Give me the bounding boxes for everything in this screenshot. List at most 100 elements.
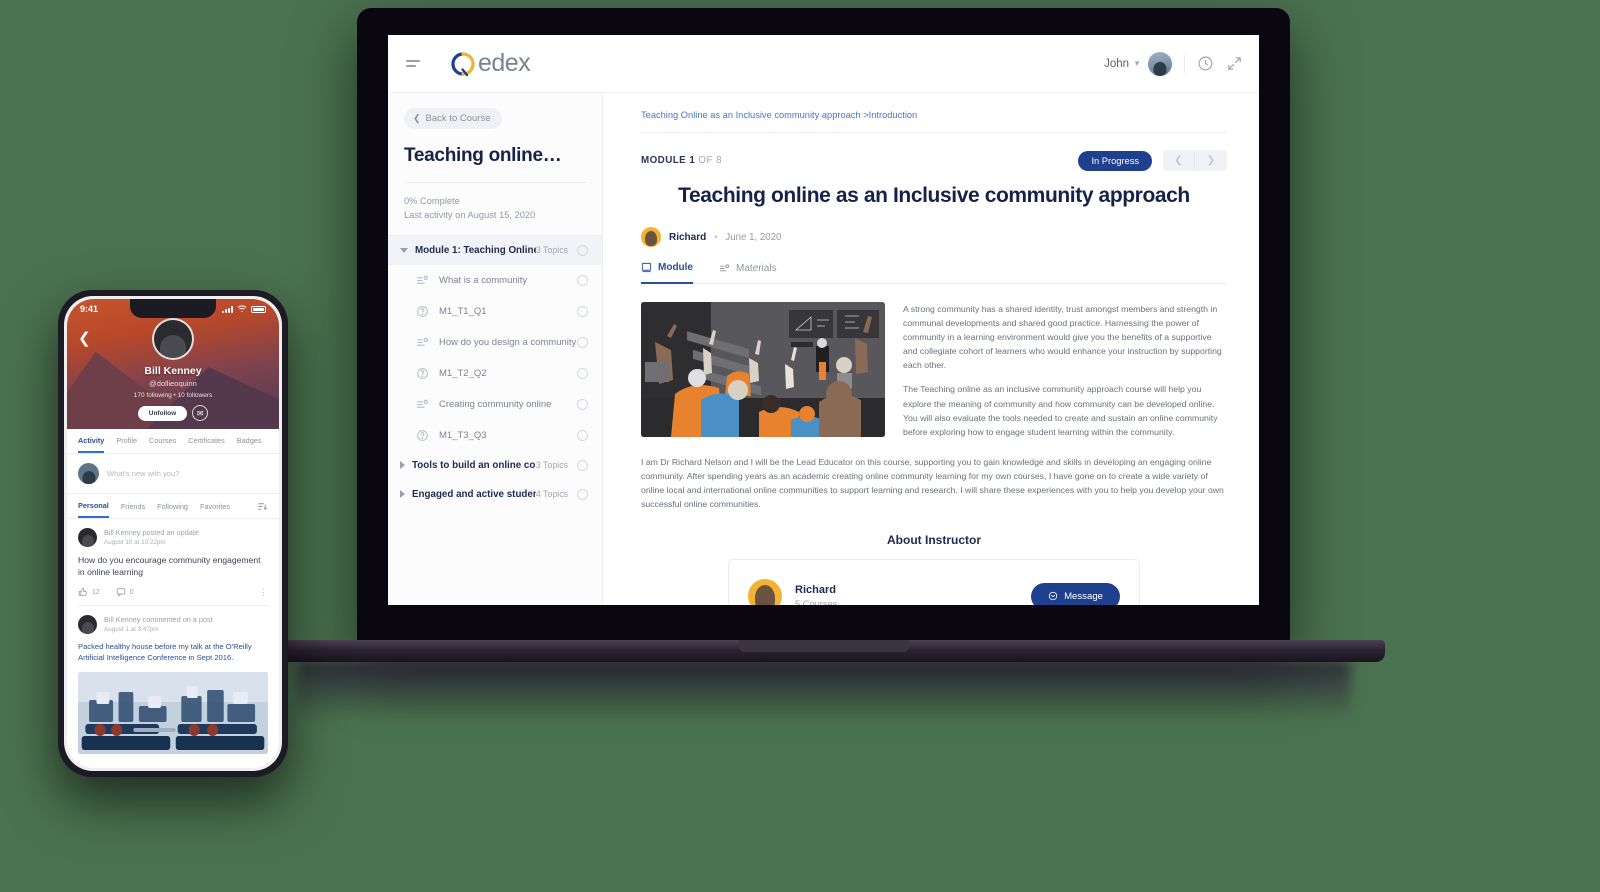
chevron-down-icon[interactable]: ▼	[1133, 59, 1141, 68]
sidebar-progress: 0% Complete Last activity on August 15, …	[404, 194, 586, 223]
header-divider	[1184, 54, 1185, 73]
sidebar-lesson-label: What is a community	[439, 274, 528, 286]
page-title: Teaching online as an Inclusive communit…	[678, 184, 1190, 207]
chevron-down-icon	[400, 247, 408, 253]
clock-icon[interactable]	[1197, 55, 1214, 72]
message-button[interactable]: Message	[1031, 582, 1120, 605]
post-time: August 10 at 10:22pm	[104, 539, 166, 546]
user-avatar[interactable]	[1148, 51, 1172, 76]
phone-tab-courses[interactable]: Courses	[149, 436, 176, 453]
publish-date: June 1, 2020	[725, 231, 782, 243]
sidebar-course-title: Teaching online…	[404, 145, 562, 166]
sidebar-topic-count: 4 Topics	[535, 489, 568, 500]
phone-composer[interactable]: What's new with you?	[67, 454, 279, 494]
completion-ring-icon[interactable]	[577, 305, 588, 317]
completion-ring-icon[interactable]	[577, 429, 588, 441]
completion-ring-icon[interactable]	[577, 398, 588, 410]
sidebar-module-2[interactable]: Tools to build an online com… 3 Topics	[388, 451, 602, 480]
sidebar-item-m1-t2-q2[interactable]: M1_T2_Q2	[388, 358, 602, 389]
prev-module-button[interactable]: ❮	[1163, 150, 1195, 171]
tab-materials[interactable]: Materials	[719, 262, 777, 284]
quiz-icon	[416, 429, 429, 442]
paragraph-2: The Teaching online as an inclusive comm…	[903, 384, 1218, 437]
sidebar-module-3[interactable]: Engaged and active student l… 4 Topics	[388, 480, 602, 509]
breadcrumb[interactable]: Teaching Online as an Inclusive communit…	[641, 110, 1227, 120]
comment-action[interactable]: 0	[116, 587, 134, 598]
byline: Richard • June 1, 2020	[641, 227, 1227, 247]
back-to-course-button[interactable]: ❮ Back to Course	[404, 108, 502, 129]
lesson-icon	[416, 336, 429, 349]
phone-mockup: 9:41 ❮ Bill Kenney @dollieoquinn 170 fol…	[58, 290, 288, 777]
sort-icon[interactable]	[257, 501, 268, 518]
intro-paragraphs: A strong community has a shared identity…	[903, 302, 1227, 439]
profile-stats: 170 following • 10 followers	[133, 392, 213, 399]
chevron-right-icon	[400, 490, 405, 499]
breadcrumb-divider	[641, 132, 1227, 133]
content-tabs: Module Materials	[641, 262, 1227, 284]
status-badge[interactable]: In Progress	[1078, 150, 1152, 171]
tab-module[interactable]: Module	[641, 262, 693, 284]
filter-tab-favorites[interactable]: Favorites	[200, 502, 230, 517]
lego-robotics-photo[interactable]	[78, 671, 268, 754]
phone-tab-activity[interactable]: Activity	[78, 436, 105, 453]
post-avatar[interactable]	[78, 528, 97, 547]
completion-ring-icon[interactable]	[577, 244, 588, 256]
completion-ring-icon[interactable]	[577, 459, 588, 471]
hamburger-icon[interactable]	[406, 60, 422, 67]
post-author[interactable]: Bill Kenney	[104, 528, 141, 537]
sidebar-lesson-label: M1_T1_Q1	[439, 305, 487, 317]
filter-tab-personal[interactable]: Personal	[78, 501, 109, 518]
completion-ring-icon[interactable]	[577, 488, 588, 500]
message-circle-icon[interactable]: ✉	[192, 405, 209, 421]
laptop-screen: edex John ▼ ❮ Back to Course Teaching on…	[388, 35, 1259, 605]
sidebar-item-what-is-a-community[interactable]: What is a community	[388, 265, 602, 296]
profile-avatar[interactable]	[152, 318, 194, 360]
paragraph-1: A strong community has a shared identity…	[903, 304, 1222, 371]
user-name[interactable]: John	[1104, 58, 1129, 70]
phone-bezel: 9:41 ❮ Bill Kenney @dollieoquinn 170 fol…	[64, 296, 282, 771]
comment-count: 0	[129, 588, 134, 596]
sidebar-divider	[404, 182, 586, 183]
post-author[interactable]: Bill Kenney	[104, 615, 141, 624]
like-action[interactable]: 12	[78, 587, 100, 597]
phone-post-2: Bill Kenney commented on a post August 1…	[67, 606, 279, 754]
module-number-label: MODULE 1	[641, 155, 696, 166]
post-avatar[interactable]	[78, 614, 97, 634]
tab-module-label: Module	[658, 262, 693, 273]
phone-feed-filters: Personal Friends Following Favorites	[67, 494, 279, 519]
sidebar-topic-count: 3 Topics	[535, 245, 568, 256]
brand-logo[interactable]: edex	[450, 49, 531, 78]
profile-handle: @dollieoquinn	[149, 379, 197, 388]
phone-tab-badges[interactable]: Badges	[237, 436, 262, 453]
sidebar-item-m1-t3-q3[interactable]: M1_T3_Q3	[388, 420, 602, 451]
sidebar-item-how-do-you-design-a-community[interactable]: How do you design a community	[388, 327, 602, 358]
post-body: How do you encourage community engagemen…	[78, 555, 261, 578]
phone-frame: 9:41 ❮ Bill Kenney @dollieoquinn 170 fol…	[58, 290, 288, 777]
filter-tab-friends[interactable]: Friends	[121, 502, 145, 517]
unfollow-button[interactable]: Unfollow	[137, 405, 188, 421]
quiz-icon	[416, 305, 429, 318]
status-time: 9:41	[80, 304, 99, 314]
phone-tab-profile[interactable]: Profile	[116, 436, 137, 453]
author-name[interactable]: Richard	[669, 232, 706, 243]
message-button-label: Message	[1064, 590, 1103, 602]
course-sidebar: ❮ Back to Course Teaching online… 0% Com…	[388, 93, 603, 605]
completion-ring-icon[interactable]	[577, 274, 588, 286]
more-vertical-icon[interactable]: ⋮	[259, 587, 268, 598]
module-status-row: MODULE 1 OF 8 In Progress ❮ ❯	[641, 150, 1227, 171]
phone-tab-certificates[interactable]: Certificates	[188, 436, 225, 453]
status-indicators	[222, 305, 266, 313]
instructor-info: Richard 5 Courses	[795, 584, 837, 605]
filter-tab-following[interactable]: Following	[157, 502, 188, 517]
completion-ring-icon[interactable]	[577, 336, 588, 348]
quiz-icon	[416, 367, 429, 380]
post-author-line: Bill Kenney commented on a post	[104, 615, 213, 624]
sidebar-module-1[interactable]: Module 1: Teaching Online… 3 Topics	[388, 235, 602, 265]
sidebar-item-creating-community-online[interactable]: Creating community online	[388, 389, 602, 420]
next-module-button[interactable]: ❯	[1195, 150, 1227, 171]
completion-ring-icon[interactable]	[577, 367, 588, 379]
message-icon	[1048, 591, 1058, 601]
sidebar-item-m1-t1-q1[interactable]: M1_T1_Q1	[388, 296, 602, 327]
instructor-name[interactable]: Richard	[795, 584, 837, 596]
expand-icon[interactable]	[1226, 55, 1243, 72]
